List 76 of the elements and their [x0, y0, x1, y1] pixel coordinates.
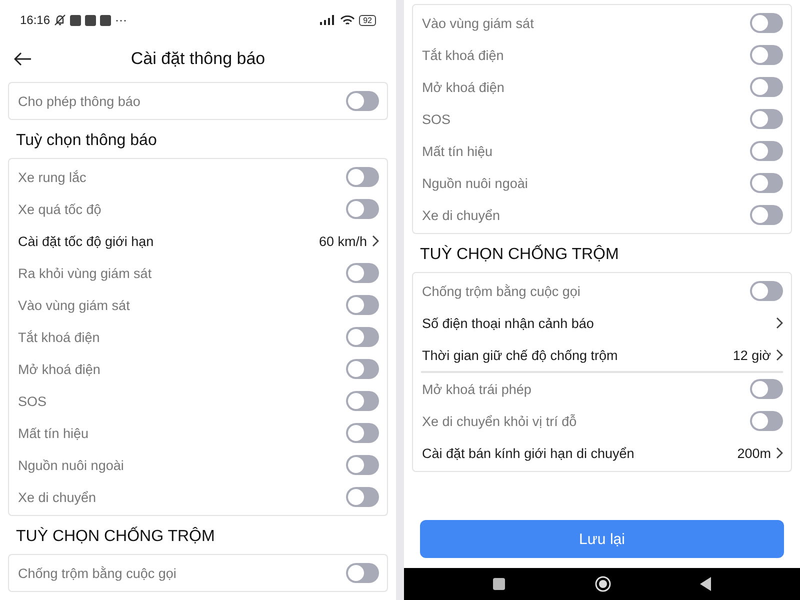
setting-label: Cho phép thông báo [18, 94, 142, 108]
toggle-switch[interactable] [346, 199, 379, 219]
setting-link-row[interactable]: Số điện thoại nhận cảnh báo [413, 307, 791, 339]
section-title: Tuỳ chọn thông báo [15, 131, 158, 151]
toggle-switch[interactable] [750, 13, 783, 33]
setting-label: Tắt khoá điện [422, 48, 505, 62]
setting-label: Cài đặt tốc độ giới hạn [18, 234, 155, 248]
toggle-switch[interactable] [750, 379, 783, 399]
toggle-switch[interactable] [346, 487, 379, 507]
setting-label: Chống trộm bằng cuộc gọi [422, 284, 582, 298]
toggle-switch[interactable] [750, 109, 783, 129]
recents-icon[interactable] [493, 578, 506, 590]
chevron-right-icon [371, 235, 379, 247]
toggle-switch[interactable] [346, 327, 379, 347]
setting-value: 60 km/h [318, 234, 367, 248]
app-notification-icon [70, 14, 82, 26]
setting-label: Nguồn nuôi ngoài [18, 458, 125, 472]
toggle-switch[interactable] [346, 295, 379, 315]
setting-label: Mất tín hiệu [18, 426, 90, 440]
setting-label: Số điện thoại nhận cảnh báo [422, 316, 595, 330]
toggle-switch[interactable] [346, 455, 379, 475]
setting-label: Ra khỏi vùng giám sát [18, 266, 153, 280]
setting-label: Mở khoá trái phép [422, 382, 532, 396]
bell-muted-icon [54, 14, 66, 26]
page-title: Cài đặt thông báo [130, 49, 266, 69]
setting-link-row[interactable]: Cài đặt tốc độ giới hạn 60 km/h [9, 225, 387, 257]
toggle-switch[interactable] [346, 91, 379, 111]
chevron-right-icon [775, 349, 783, 361]
chevron-right-icon [775, 447, 783, 459]
home-icon[interactable] [594, 576, 610, 592]
toggle-switch[interactable] [750, 173, 783, 193]
wifi-icon [340, 14, 356, 26]
setting-label: Nguồn nuôi ngoài [422, 176, 529, 190]
setting-link-row[interactable]: Thời gian giữ chế độ chống trộm 12 giờ [413, 339, 791, 371]
setting-label: Vào vùng giám sát [18, 298, 131, 312]
toggle-switch[interactable] [346, 263, 379, 283]
toggle-switch[interactable] [346, 423, 379, 443]
toggle-switch[interactable] [346, 391, 379, 411]
setting-label: Mất tín hiệu [422, 144, 494, 158]
section-title: TUỲ CHỌN CHỐNG TRỘM [419, 244, 620, 265]
toggle-switch[interactable] [750, 411, 783, 431]
setting-label: Chống trộm bằng cuộc gọi [18, 566, 178, 580]
setting-label: Tắt khoá điện [18, 330, 101, 344]
setting-label: SOS [422, 112, 452, 126]
toggle-switch[interactable] [346, 167, 379, 187]
toggle-switch[interactable] [346, 563, 379, 583]
status-time: 16:16 [20, 13, 50, 27]
setting-label: Cài đặt bán kính giới hạn di chuyển [422, 446, 636, 460]
battery-indicator: 92 [359, 14, 376, 26]
app-notification-icon [100, 14, 112, 26]
setting-label: Xe quá tốc độ [18, 202, 102, 216]
setting-label: Xe di chuyển [18, 490, 98, 504]
setting-link-row[interactable]: Cài đặt bán kính giới hạn di chuyển 200m [413, 437, 791, 469]
setting-label: Mở khoá điện [422, 80, 506, 94]
setting-label: Thời gian giữ chế độ chống trộm [422, 348, 619, 362]
toggle-switch[interactable] [750, 77, 783, 97]
setting-label: Mở khoá điện [18, 362, 102, 376]
setting-label: SOS [18, 394, 48, 408]
back-button[interactable] [12, 50, 34, 68]
toggle-switch[interactable] [346, 359, 379, 379]
setting-value: 12 giờ [732, 348, 771, 362]
section-title: TUỲ CHỌN CHỐNG TRỘM [15, 526, 216, 547]
app-notification-icon [85, 14, 96, 26]
signal-icon [320, 15, 336, 25]
toggle-switch[interactable] [750, 141, 783, 161]
chevron-right-icon [775, 317, 783, 329]
more-notifications: ··· [115, 13, 128, 27]
back-icon[interactable] [700, 577, 711, 591]
toggle-switch[interactable] [750, 281, 783, 301]
setting-label: Xe di chuyển khỏi vị trí đỗ [422, 414, 578, 428]
toggle-switch[interactable] [750, 205, 783, 225]
setting-label: Xe rung lắc [18, 170, 88, 184]
setting-label: Xe di chuyển [422, 208, 502, 222]
setting-label: Vào vùng giám sát [422, 16, 535, 30]
toggle-switch[interactable] [750, 45, 783, 65]
setting-value: 200m [737, 446, 771, 460]
